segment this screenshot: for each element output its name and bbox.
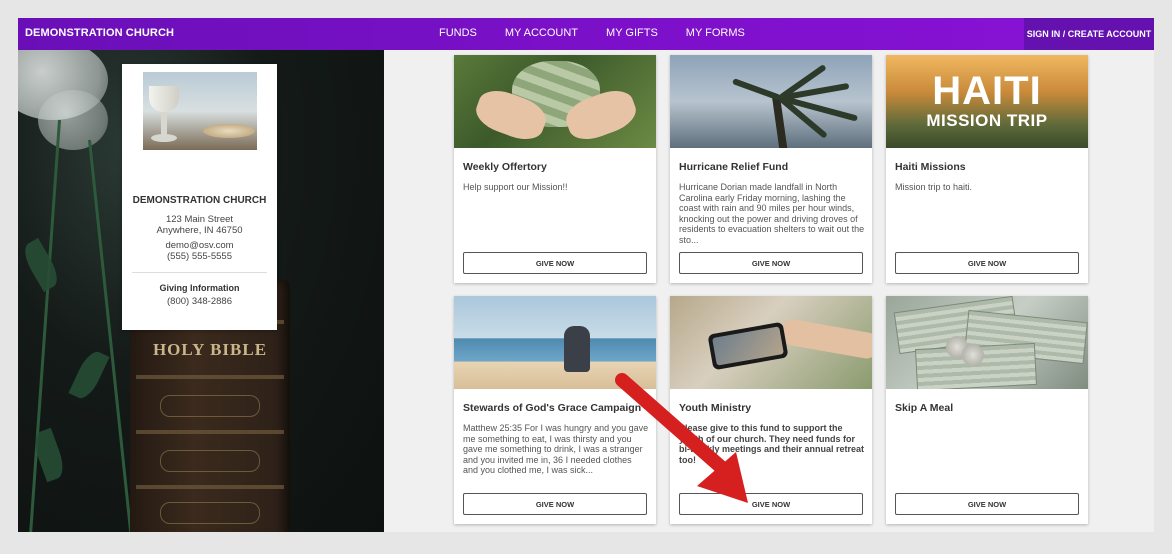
fund-image: HAITI MISSION TRIP [886,55,1088,148]
nav-my-forms[interactable]: MY FORMS [686,27,745,39]
top-nav: DEMONSTRATION CHURCH FUNDS MY ACCOUNT MY… [18,18,1154,50]
give-now-button[interactable]: GIVE NOW [895,493,1079,515]
fund-card-stewards-campaign[interactable]: Stewards of God's Grace Campaign Matthew… [454,296,656,524]
church-address-line2: Anywhere, IN 46750 [156,225,243,236]
coin-image [962,344,984,366]
give-now-button[interactable]: GIVE NOW [463,493,647,515]
fund-image [886,296,1088,389]
fund-card-hurricane-relief[interactable]: Hurricane Relief Fund Hurricane Dorian m… [670,55,872,283]
haiti-image-subtitle: MISSION TRIP [926,111,1048,130]
kneeling-person-image [564,326,590,372]
fund-title: Haiti Missions [895,161,966,173]
phone-screen [712,326,784,366]
sign-in-button[interactable]: SIGN IN / CREATE ACCOUNT [1024,18,1154,50]
bible-ornament [160,450,260,472]
give-now-button[interactable]: GIVE NOW [895,252,1079,274]
brand-name[interactable]: DEMONSTRATION CHURCH [25,27,174,39]
leaf-decoration [18,237,64,293]
give-now-button[interactable]: GIVE NOW [679,252,863,274]
fund-image [670,296,872,389]
fund-card-youth-ministry[interactable]: Youth Ministry Please give to this fund … [670,296,872,524]
page-frame: DEMONSTRATION CHURCH FUNDS MY ACCOUNT MY… [18,18,1154,532]
giving-info-label: Giving Information [159,283,240,293]
church-address-line1: 123 Main Street [165,214,234,225]
giving-phone: (800) 348-2886 [167,296,232,307]
fund-card-weekly-offertory[interactable]: Weekly Offertory Help support our Missio… [454,55,656,283]
fund-card-haiti-missions[interactable]: HAITI MISSION TRIP Haiti Missions Missio… [886,55,1088,283]
church-name: DEMONSTRATION CHURCH [132,195,267,206]
nav-links: FUNDS MY ACCOUNT MY GIFTS MY FORMS [439,27,745,39]
fund-image [670,55,872,148]
fund-title: Stewards of God's Grace Campaign [463,402,642,414]
fund-description: Help support our Mission!! [463,182,568,192]
chalice-icon [149,86,179,112]
give-now-button[interactable]: GIVE NOW [679,493,863,515]
phone-image [707,321,789,371]
fund-title: Hurricane Relief Fund [679,161,789,173]
bible-ornament [160,502,260,524]
give-now-button[interactable]: GIVE NOW [463,252,647,274]
fund-image [454,55,656,148]
haiti-image-title: HAITI [932,69,1042,113]
church-email[interactable]: demo@osv.com [122,240,277,251]
arm-image [778,317,872,361]
fund-description: Hurricane Dorian made landfall in North … [679,182,865,245]
chalice-base [151,134,177,142]
flower-decoration [38,90,108,150]
nav-funds[interactable]: FUNDS [439,27,477,39]
church-phone: (555) 555-5555 [167,251,232,262]
bible-ornament [160,395,260,417]
divider [132,272,267,273]
fund-title: Skip A Meal [895,402,954,414]
bible-band [136,430,284,434]
palm-frond [731,78,782,101]
church-photo [143,72,257,150]
paten-icon [203,124,255,138]
leaf-decoration [68,347,110,403]
fund-card-skip-a-meal[interactable]: Skip A Meal GIVE NOW [886,296,1088,524]
bible-band [136,375,284,379]
bible-band [136,485,284,489]
nav-my-account[interactable]: MY ACCOUNT [505,27,578,39]
church-info-card: DEMONSTRATION CHURCH 123 Main Street Any… [122,64,277,330]
fund-description: Matthew 25:35 For I was hungry and you g… [463,423,649,475]
fund-title: Youth Ministry [679,402,752,414]
nav-my-gifts[interactable]: MY GIFTS [606,27,658,39]
fund-description: Please give to this fund to support the … [679,423,865,465]
bible-title: HOLY BIBLE [152,340,268,359]
fund-description: Mission trip to haiti. [895,182,973,192]
fund-title: Weekly Offertory [463,161,547,173]
chalice-stem [161,112,167,136]
fund-image [454,296,656,389]
